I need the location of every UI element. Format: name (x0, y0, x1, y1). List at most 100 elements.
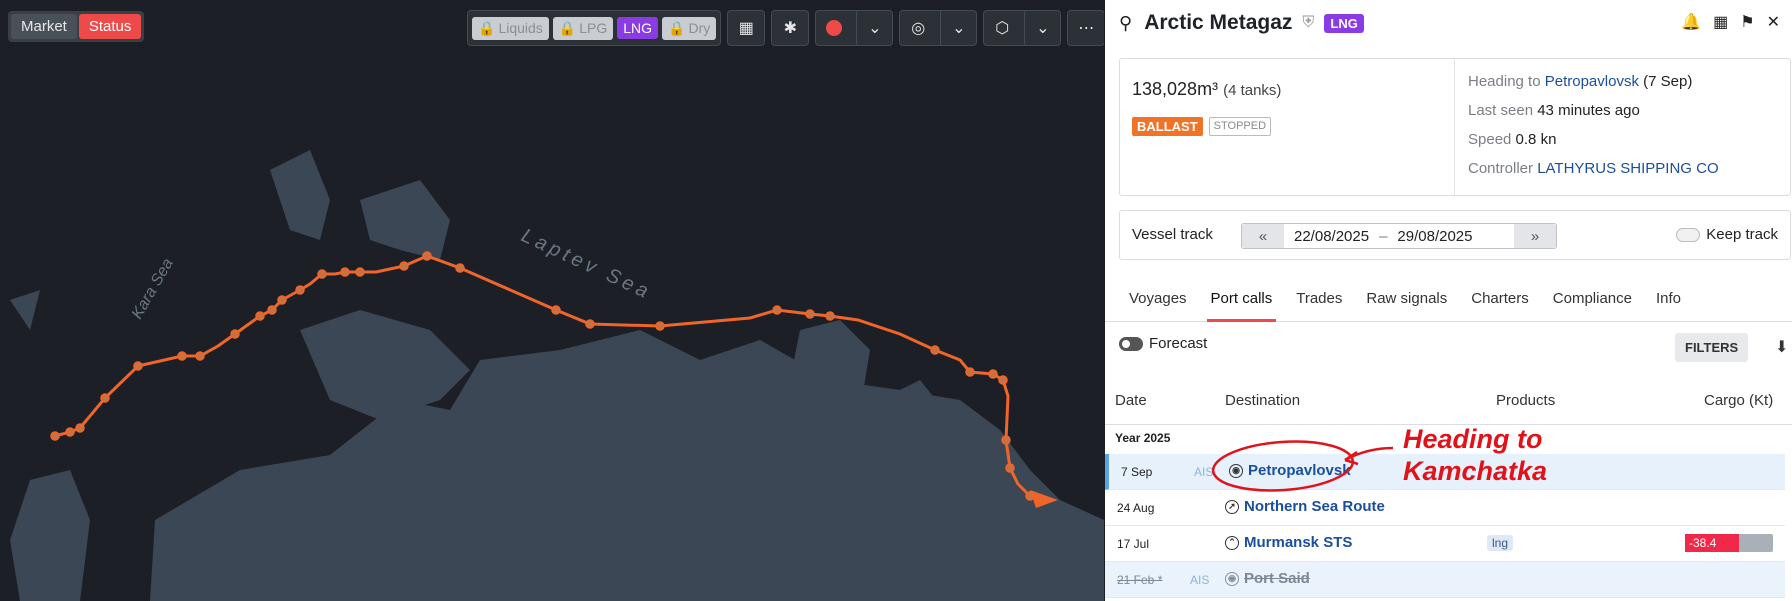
keep-track-toggle[interactable]: Keep track (1676, 226, 1778, 243)
cargo-bar: -38.4 (1685, 534, 1773, 552)
snowflake-icon[interactable]: ✱ (772, 10, 808, 46)
heading-label: Heading to (1468, 73, 1541, 90)
destination-link[interactable]: Northern Sea Route (1244, 498, 1385, 515)
row-date: 17 Jul (1117, 537, 1150, 551)
lock-icon: 🔒 (668, 19, 686, 36)
destination-link[interactable]: Port Said (1244, 570, 1310, 587)
view-mode-toggle[interactable]: Market Status (8, 11, 145, 42)
tab-voyages[interactable]: Voyages (1129, 278, 1199, 321)
destination-link[interactable]: Murmansk STS (1244, 534, 1352, 551)
row-date: 24 Aug (1117, 501, 1155, 515)
bookmark-icon[interactable]: ⚑ (1740, 12, 1754, 32)
filters-button[interactable]: FILTERS (1675, 333, 1749, 362)
vessel-tabs: Voyages Port calls Trades Raw signals Ch… (1105, 278, 1792, 322)
status-button[interactable]: Status (78, 14, 142, 39)
tab-compliance[interactable]: Compliance (1553, 278, 1644, 321)
dashboard-icon[interactable]: ▦ (1713, 12, 1728, 32)
vessel-type-badge: LNG (1324, 13, 1364, 33)
vessel-header: ⚲ Arctic Metagaz ⛨ LNG 🔔 ▦ ⚑ ✕ (1119, 8, 1792, 38)
tab-info[interactable]: Info (1656, 278, 1693, 321)
toggle-switch[interactable] (1676, 227, 1701, 242)
layers-button-group: ▦ (727, 10, 766, 46)
search-icon[interactable]: ⚲ (1119, 13, 1132, 34)
chevron-down-icon[interactable]: ⌄ (856, 10, 892, 46)
col-destination[interactable]: Destination (1225, 392, 1300, 409)
ballast-badge: BALLAST (1132, 117, 1203, 136)
last-seen-label: Last seen (1468, 102, 1534, 119)
vessel-track-card: Vessel track « 22/08/2025 – 29/08/2025 »… (1119, 210, 1791, 260)
chip-label: LPG (579, 20, 608, 36)
chip-liquids[interactable]: 🔒 Liquids (472, 16, 549, 40)
target-icon[interactable]: ◎ (900, 10, 936, 46)
vessel-summary-card: 138,028m³ (4 tanks) BALLAST STOPPED Head… (1119, 58, 1791, 197)
last-seen-value: 43 minutes ago (1537, 102, 1640, 119)
market-button[interactable]: Market (11, 14, 77, 39)
destination-link[interactable]: Petropavlovsk (1248, 462, 1351, 479)
year-group: Year 2025 (1115, 431, 1171, 445)
bell-icon[interactable]: 🔔 (1681, 12, 1701, 32)
row-date: 7 Sep (1121, 465, 1153, 479)
map-view[interactable]: Kara Sea Laptev Sea Market Status 🔒 Liqui… (0, 0, 1104, 601)
vessel-track-label: Vessel track (1132, 226, 1213, 243)
tab-raw-signals[interactable]: Raw signals (1366, 278, 1459, 321)
date-range-picker[interactable]: « 22/08/2025 – 29/08/2025 » (1241, 223, 1557, 249)
map-canvas: Kara Sea Laptev Sea (10, 150, 1104, 601)
polygon-button-group: ⬡ ⌄ (983, 10, 1062, 46)
map-label-laptev: Laptev Sea (518, 225, 655, 305)
forecast-label: Forecast (1149, 335, 1208, 352)
vessel-style-group: ⌄ (815, 10, 894, 46)
cargo-type-filter: 🔒 Liquids 🔒 LPG LNG 🔒 Dry (467, 10, 722, 46)
layers-icon[interactable]: ▦ (728, 10, 764, 46)
chip-label: LNG (623, 20, 653, 36)
chevron-down-icon[interactable]: ⌄ (1024, 10, 1060, 46)
shield-icon: ⛨ (1302, 14, 1315, 31)
lock-icon: 🔒 (558, 19, 577, 36)
vessel-marker-icon[interactable] (816, 10, 852, 46)
ais-tag: AIS (1190, 573, 1210, 587)
annotation-line-1: Heading to (1403, 424, 1543, 454)
chevron-down-icon[interactable]: ⌄ (940, 10, 976, 46)
globe-icon: ◉ (1229, 463, 1243, 478)
tanks-count: (4 tanks) (1223, 82, 1282, 99)
cargo-value: -38.4 (1685, 534, 1739, 552)
chip-label: Dry (688, 20, 711, 36)
close-icon[interactable]: ✕ (1767, 12, 1780, 32)
prev-range-icon[interactable]: « (1242, 224, 1284, 248)
tab-port-calls[interactable]: Port calls (1206, 278, 1285, 322)
heading-date: (7 Sep) (1643, 73, 1693, 90)
table-row[interactable]: 24 Aug ➚ Northern Sea Route (1105, 490, 1785, 526)
ais-tag: AIS (1194, 465, 1214, 479)
annotation-line-2: Kamchatka (1403, 456, 1548, 486)
chip-label: Liquids (498, 20, 543, 36)
row-date: 21 Feb * (1117, 573, 1163, 587)
next-range-icon[interactable]: » (1514, 224, 1556, 248)
col-date[interactable]: Date (1115, 392, 1147, 409)
to-date[interactable]: 29/08/2025 (1397, 228, 1472, 245)
tab-charters[interactable]: Charters (1471, 278, 1541, 321)
capacity-value: 138,028m³ (1132, 79, 1219, 99)
table-row[interactable]: 17 Jul ⌃ Murmansk STS lng -38.4 (1105, 526, 1785, 562)
chip-lpg[interactable]: 🔒 LPG (552, 16, 614, 40)
more-icon[interactable]: ⋯ (1068, 10, 1104, 46)
col-cargo[interactable]: Cargo (Kt) (1704, 392, 1773, 409)
map-label-kara: Kara Sea (129, 256, 177, 322)
chip-dry[interactable]: 🔒 Dry (662, 16, 717, 40)
table-row[interactable]: 21 Feb * AIS ◉ Port Said (1105, 562, 1785, 598)
toggle-switch[interactable] (1119, 336, 1143, 351)
download-icon[interactable]: ⬇ (1775, 337, 1788, 357)
tab-trades[interactable]: Trades (1296, 278, 1354, 321)
weather-button-group: ✱ (771, 10, 810, 46)
target-button-group: ◎ ⌄ (899, 10, 978, 46)
more-button-group: ⋯ (1067, 10, 1104, 46)
hexagon-icon[interactable]: ⬡ (984, 10, 1020, 46)
forecast-toggle[interactable]: Forecast (1119, 335, 1207, 352)
heading-port-link[interactable]: Petropavlovsk (1545, 73, 1639, 90)
controller-link[interactable]: LATHYRUS SHIPPING CO (1537, 160, 1718, 177)
date-separator: – (1379, 227, 1388, 245)
chip-lng[interactable]: LNG (617, 17, 659, 39)
lock-icon: 🔒 (478, 19, 496, 36)
from-date[interactable]: 22/08/2025 (1294, 228, 1369, 245)
col-products[interactable]: Products (1496, 392, 1555, 409)
product-tag: lng (1487, 535, 1514, 551)
speed-label: Speed (1468, 131, 1512, 148)
